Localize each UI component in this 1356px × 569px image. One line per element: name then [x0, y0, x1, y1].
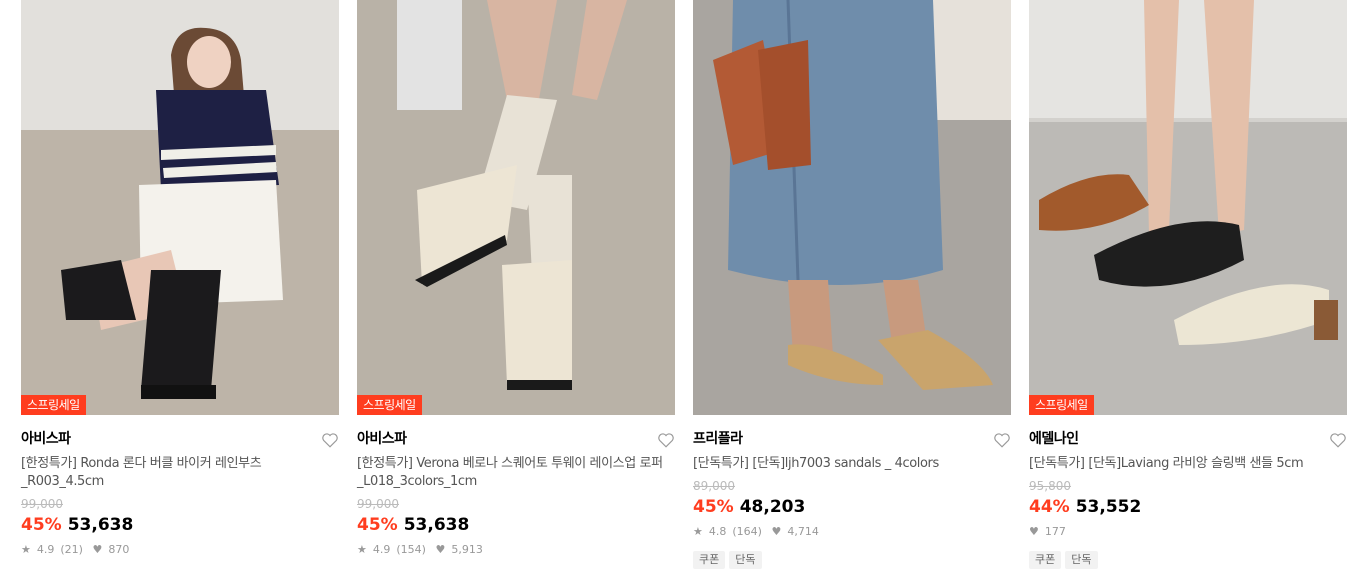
original-price: 99,000	[357, 497, 399, 511]
product-name[interactable]: [단독특가] [단독]ljh7003 sandals _ 4colors	[693, 455, 1011, 473]
product-meta: ★ 4.9 (21) ♥ 870	[21, 542, 339, 558]
discount-rate: 45%	[357, 515, 398, 535]
tag-list: 쿠폰 단독	[1029, 548, 1347, 569]
brand-name[interactable]: 에델나인	[1029, 429, 1079, 449]
sale-badge: 스프링세일	[21, 395, 86, 415]
rating: 4.9	[372, 543, 391, 556]
product-meta: ★ 4.8 (164) ♥ 4,714	[693, 524, 1011, 540]
price-row: 44% 53,552	[1029, 496, 1347, 518]
price-row: 45% 48,203	[693, 496, 1011, 518]
discount-rate: 45%	[693, 497, 734, 517]
like-count: 4,714	[787, 525, 819, 538]
like-count: 5,913	[451, 543, 483, 556]
exclusive-tag: 단독	[1065, 551, 1098, 569]
product-image[interactable]: 스프링세일	[357, 0, 675, 415]
original-price: 95,800	[1029, 479, 1071, 493]
product-card[interactable]: 프리플라 [단독특가] [단독]ljh7003 sandals _ 4color…	[693, 0, 1011, 569]
exclusive-tag: 단독	[729, 551, 762, 569]
review-count: (154)	[396, 543, 426, 556]
like-count: 870	[108, 543, 130, 556]
price-row: 45% 53,638	[357, 514, 675, 536]
product-card[interactable]: 스프링세일 아비스파 [한정특가] Verona 베로나 스퀘어토 투웨이 레이…	[357, 0, 675, 563]
heart-small-icon: ♥	[771, 525, 782, 538]
sale-badge: 스프링세일	[1029, 395, 1094, 415]
rating: 4.8	[708, 525, 727, 538]
product-name[interactable]: [한정특가] Verona 베로나 스퀘어토 투웨이 레이스업 로퍼 _L018…	[357, 455, 675, 491]
product-meta: ♥ 177	[1029, 524, 1347, 540]
brand-name[interactable]: 프리플라	[693, 429, 743, 449]
rating: 4.9	[36, 543, 55, 556]
product-card[interactable]: 스프링세일 에델나인 [단독특가] [단독]Laviang 라비앙 슬링백 샌들…	[1029, 0, 1347, 569]
coupon-tag: 쿠폰	[1029, 551, 1062, 569]
sale-price: 48,203	[739, 497, 806, 517]
discount-rate: 45%	[21, 515, 62, 535]
review-count: (21)	[60, 543, 83, 556]
brand-name[interactable]: 아비스파	[357, 429, 407, 449]
star-icon: ★	[693, 525, 703, 538]
sale-price: 53,552	[1075, 497, 1142, 517]
price-row: 45% 53,638	[21, 514, 339, 536]
product-name[interactable]: [단독특가] [단독]Laviang 라비앙 슬링백 샌들 5cm	[1029, 455, 1347, 473]
product-image[interactable]	[693, 0, 1011, 415]
heart-icon[interactable]	[321, 431, 339, 449]
heart-icon[interactable]	[1329, 431, 1347, 449]
tag-list: 쿠폰 단독	[693, 548, 1011, 569]
sale-price: 53,638	[403, 515, 470, 535]
star-icon: ★	[357, 543, 367, 556]
product-image[interactable]: 스프링세일	[1029, 0, 1347, 415]
product-meta: ★ 4.9 (154) ♥ 5,913	[357, 542, 675, 558]
heart-small-icon: ♥	[435, 543, 446, 556]
original-price: 99,000	[21, 497, 63, 511]
review-count: (164)	[732, 525, 762, 538]
sale-price: 53,638	[67, 515, 134, 535]
brand-name[interactable]: 아비스파	[21, 429, 71, 449]
original-price: 89,000	[693, 479, 735, 493]
heart-small-icon: ♥	[1029, 525, 1039, 538]
sale-badge: 스프링세일	[357, 395, 422, 415]
product-name[interactable]: [한정특가] Ronda 론다 버클 바이커 레인부츠 _R003_4.5cm	[21, 455, 339, 491]
product-grid: 스프링세일 아비스파 [한정특가] Ronda 론다 버클 바이커 레인부츠 _…	[0, 0, 1356, 569]
heart-icon[interactable]	[657, 431, 675, 449]
product-image[interactable]: 스프링세일	[21, 0, 339, 415]
coupon-tag: 쿠폰	[693, 551, 726, 569]
heart-icon[interactable]	[993, 431, 1011, 449]
discount-rate: 44%	[1029, 497, 1070, 517]
like-count: 177	[1044, 525, 1066, 538]
product-card[interactable]: 스프링세일 아비스파 [한정특가] Ronda 론다 버클 바이커 레인부츠 _…	[21, 0, 339, 563]
heart-small-icon: ♥	[92, 543, 103, 556]
star-icon: ★	[21, 543, 31, 556]
